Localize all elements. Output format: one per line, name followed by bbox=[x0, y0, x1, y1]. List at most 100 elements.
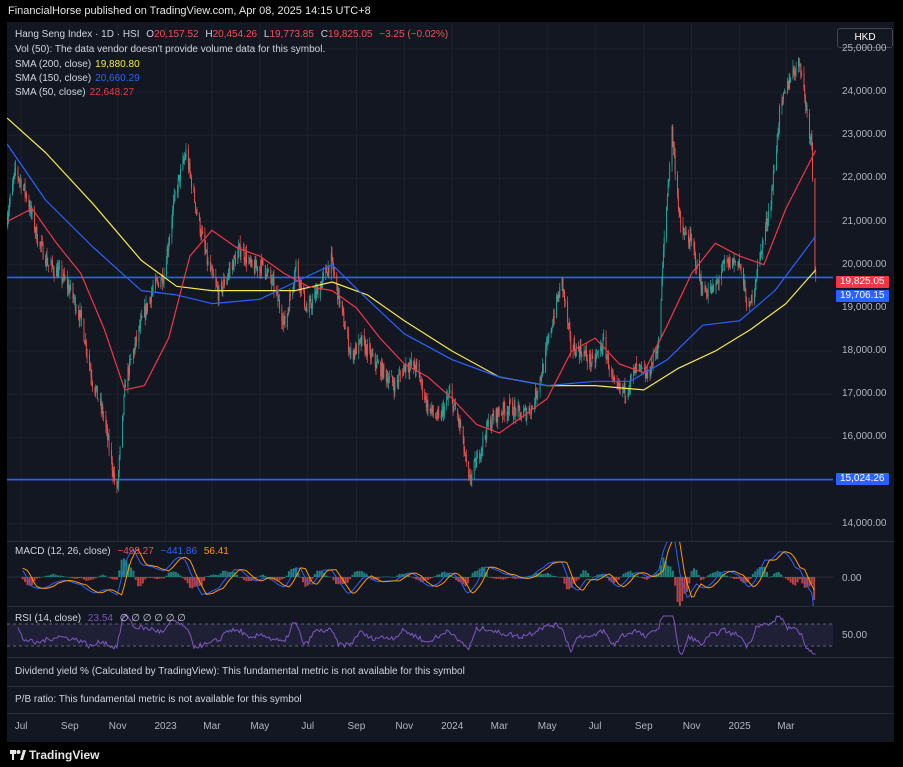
candle-body bbox=[78, 316, 80, 321]
candle-body bbox=[792, 68, 794, 79]
c-label: C bbox=[320, 29, 328, 40]
candle-body bbox=[641, 367, 643, 369]
tradingview-logo-text: TradingView bbox=[29, 748, 100, 762]
macd-histogram-bar bbox=[38, 577, 41, 579]
candle-body bbox=[515, 408, 517, 417]
candle-body bbox=[436, 410, 438, 419]
candle-body bbox=[743, 281, 745, 286]
macd-histogram-bar bbox=[577, 577, 580, 580]
symbol-name: Hang Seng Index · 1D · HSI bbox=[15, 29, 140, 40]
candle-body bbox=[74, 297, 75, 299]
macd-histogram-bar bbox=[349, 577, 352, 580]
h-label: H bbox=[205, 29, 213, 40]
macd-histogram-bar bbox=[167, 572, 170, 577]
candle-body bbox=[42, 243, 44, 260]
macd-histogram-bar bbox=[594, 576, 597, 577]
candle-body bbox=[667, 185, 669, 197]
candle-body bbox=[70, 283, 72, 290]
candle-body bbox=[535, 388, 537, 398]
macd-histogram-bar bbox=[730, 577, 733, 578]
candle-body bbox=[446, 396, 448, 406]
macd-histogram-bar bbox=[700, 577, 703, 581]
candle-body bbox=[262, 259, 264, 266]
candle-body bbox=[457, 410, 459, 419]
macd-histogram-bar bbox=[596, 574, 599, 577]
macd-histogram-bar bbox=[283, 577, 286, 579]
macd-histogram-bar bbox=[643, 577, 646, 580]
macd-legend: MACD (12, 26, close) −498.27 −441.86 56.… bbox=[15, 546, 233, 557]
macd-histogram-bar bbox=[45, 575, 48, 577]
sma50-value: 22,648.27 bbox=[89, 87, 135, 98]
candle-body bbox=[465, 455, 467, 462]
candle-body bbox=[542, 364, 544, 373]
macd-histogram-bar bbox=[667, 565, 670, 577]
x-tick-label: Mar bbox=[490, 721, 508, 732]
candle-body bbox=[453, 405, 455, 412]
macd-value-2: −441.86 bbox=[160, 546, 198, 557]
candle-body bbox=[68, 284, 70, 293]
macd-histogram-bar bbox=[155, 577, 158, 580]
candle-body bbox=[611, 371, 613, 377]
candle-body bbox=[204, 233, 206, 249]
candle-body bbox=[238, 243, 240, 248]
candle-body bbox=[53, 272, 55, 277]
candle-body bbox=[62, 279, 64, 281]
macd-histogram-bar bbox=[431, 577, 434, 578]
candle-body bbox=[103, 415, 105, 417]
candle-body bbox=[745, 289, 747, 302]
candle-body bbox=[814, 178, 816, 272]
macd-histogram-bar bbox=[495, 577, 498, 579]
macd-histogram-bar bbox=[219, 573, 222, 577]
candle-body bbox=[52, 260, 53, 267]
candle-body bbox=[639, 365, 641, 367]
macd-histogram-bar bbox=[266, 577, 269, 578]
candle-body bbox=[272, 277, 274, 279]
macd-histogram-bar bbox=[311, 577, 314, 579]
macd-histogram-bar bbox=[697, 574, 700, 577]
candle-body bbox=[668, 179, 670, 186]
candle-body bbox=[590, 363, 592, 366]
candle-body bbox=[517, 405, 519, 417]
candle-body bbox=[205, 249, 207, 253]
candle-body bbox=[162, 281, 164, 284]
macd-label: MACD (12, 26, close) bbox=[15, 546, 111, 557]
macd-histogram-bar bbox=[224, 570, 227, 577]
candle-body bbox=[117, 484, 119, 488]
candle-body bbox=[630, 375, 632, 377]
candle-body bbox=[317, 288, 319, 299]
candle-body bbox=[655, 353, 657, 355]
x-tick-label: Sep bbox=[347, 721, 366, 732]
candle-body bbox=[672, 126, 674, 144]
pb-ratio-info: P/B ratio: This fundamental metric is no… bbox=[15, 694, 302, 705]
macd-histogram-bar bbox=[151, 577, 154, 578]
candle-body bbox=[613, 377, 615, 381]
candle-body bbox=[58, 266, 60, 270]
candle-body bbox=[782, 98, 784, 99]
candle-body bbox=[297, 261, 299, 278]
candle-body bbox=[160, 280, 162, 288]
sma200-line[interactable] bbox=[7, 117, 817, 391]
candle-body bbox=[425, 396, 426, 400]
candle-body bbox=[268, 269, 269, 271]
candle-body bbox=[624, 382, 626, 397]
macd-histogram-bar bbox=[587, 573, 590, 577]
candle-body bbox=[690, 233, 692, 238]
l-value: 19,773.85 bbox=[269, 29, 314, 40]
candle-body bbox=[808, 113, 810, 139]
candle-body bbox=[449, 390, 451, 394]
candle-body bbox=[134, 343, 136, 353]
price-pane[interactable] bbox=[7, 23, 833, 541]
macd-histogram-bar bbox=[146, 577, 149, 578]
candle-body bbox=[24, 183, 26, 195]
candle-body bbox=[311, 306, 313, 309]
candle-body bbox=[579, 345, 581, 358]
candle-body bbox=[710, 286, 711, 291]
candle-body bbox=[194, 189, 196, 203]
sma50-line[interactable] bbox=[7, 150, 817, 434]
y-tick-label: 23,000.00 bbox=[842, 129, 887, 141]
candle-body bbox=[278, 299, 280, 302]
o-label: O bbox=[146, 29, 155, 40]
macd-histogram-bar bbox=[473, 571, 476, 577]
candle-body bbox=[501, 412, 503, 415]
last-price-tag: 19,825.05 bbox=[836, 276, 889, 288]
